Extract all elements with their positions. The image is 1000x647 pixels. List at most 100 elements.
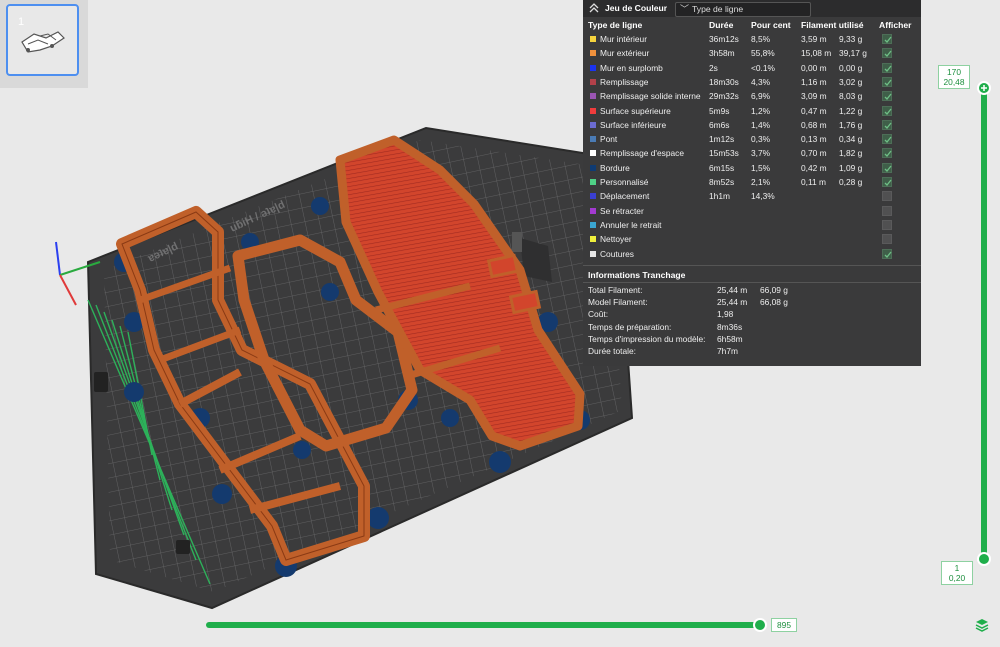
line-type-time: 1m12s [709, 134, 735, 145]
line-type-row: Mur extérieur 3h58m 55,8% 15,08 m 39,17 g [583, 47, 921, 61]
line-type-name: Remplissage solide interne [600, 91, 701, 102]
line-type-row: Déplacement 1h1m 14,3% [583, 190, 921, 204]
show-checkbox[interactable] [882, 191, 892, 202]
line-type-row: Mur en surplomb 2s <0.1% 0,00 m 0,00 g [583, 62, 921, 76]
layers-icon[interactable] [974, 617, 990, 633]
line-type-name: Mur en surplomb [600, 62, 663, 73]
move-slider-handle[interactable] [753, 618, 767, 632]
line-type-meters: 0,42 m [801, 162, 827, 173]
show-checkbox[interactable] [882, 248, 892, 259]
show-checkbox[interactable] [882, 234, 892, 245]
view-type-select[interactable]: ﹀ Type de ligne [675, 2, 811, 17]
slicing-info-label: Coût: [588, 309, 609, 320]
line-type-row: Coutures [583, 248, 921, 262]
show-checkbox[interactable] [882, 219, 892, 230]
color-scheme-panel: Jeu de Couleur ﹀ Type de ligne Type de l… [583, 0, 921, 366]
line-type-time: 36m12s [709, 34, 739, 44]
check-icon [884, 150, 892, 158]
check-icon [884, 136, 892, 144]
line-type-name: Surface inférieure [600, 119, 667, 130]
line-type-time: 2s [709, 62, 718, 73]
show-checkbox[interactable] [882, 177, 892, 187]
header-filament: Filament utilisé [801, 20, 864, 30]
slicing-info-row: Durée totale: 7h7m [588, 346, 918, 358]
line-type-name: Remplissage d'espace [600, 148, 684, 159]
slicing-info-label: Temps de préparation: [588, 321, 672, 332]
line-type-name: Déplacement [600, 191, 650, 202]
check-icon [884, 36, 892, 43]
show-checkbox[interactable] [882, 62, 892, 73]
slicing-info-row: Total Filament: 25,44 m 66,09 g [588, 285, 918, 297]
show-checkbox[interactable] [882, 91, 892, 102]
line-type-time: 1h1m [709, 191, 730, 202]
line-type-name: Pont [600, 134, 618, 145]
line-type-name: Bordure [600, 162, 630, 173]
plate-thumbnail[interactable]: 1 [6, 4, 79, 76]
show-checkbox[interactable] [882, 148, 892, 159]
line-type-grams: 9,33 g [839, 34, 863, 44]
color-swatch [590, 93, 596, 100]
line-type-row: Bordure 6m15s 1,5% 0,42 m 1,09 g [583, 162, 921, 176]
line-type-percent: 1,2% [751, 105, 771, 116]
color-swatch [590, 207, 596, 214]
top-layer-height: 20,48 [943, 77, 965, 87]
check-icon [884, 79, 892, 86]
check-icon [884, 50, 892, 58]
move-slider-track[interactable] [206, 622, 762, 628]
line-type-percent: <0.1% [751, 62, 775, 73]
color-swatch [590, 121, 596, 128]
show-checkbox[interactable] [882, 134, 892, 145]
line-type-percent: 14,3% [751, 191, 775, 202]
line-type-name: Annuler le retrait [600, 219, 662, 230]
line-type-name: Mur extérieur [600, 48, 650, 59]
show-checkbox[interactable] [882, 48, 892, 59]
color-swatch [590, 107, 596, 114]
collapse-icon[interactable] [589, 3, 599, 13]
line-type-grams: 0,34 g [839, 134, 863, 145]
slicing-info-row: Model Filament: 25,44 m 66,08 g [588, 297, 918, 309]
show-checkbox[interactable] [882, 205, 892, 216]
line-type-percent: 55,8% [751, 48, 775, 59]
top-layer-handle[interactable] [977, 81, 991, 95]
plate-list: 1 [0, 0, 88, 88]
slicing-info-row: Temps de préparation: 8m36s [588, 322, 918, 334]
slicing-info-label: Total Filament: [588, 285, 643, 295]
line-type-time: 8m52s [709, 177, 735, 187]
header-time: Durée [709, 20, 734, 30]
line-type-meters: 0,70 m [801, 148, 827, 159]
slicing-info-value: 25,44 m [717, 297, 748, 308]
check-icon [884, 179, 892, 186]
line-type-grams: 3,02 g [839, 76, 863, 87]
line-type-row: Remplissage 18m30s 4,3% 1,16 m 3,02 g [583, 76, 921, 90]
panel-title: Jeu de Couleur [605, 3, 668, 13]
show-checkbox[interactable] [882, 119, 892, 130]
line-type-percent: 3,7% [751, 148, 771, 159]
color-swatch [590, 250, 596, 257]
line-type-time: 5m9s [709, 105, 730, 116]
slicing-info-value-2: 66,08 g [760, 297, 788, 308]
color-swatch [590, 193, 596, 200]
line-type-row: Remplissage d'espace 15m53s 3,7% 0,70 m 1,82… [583, 147, 921, 161]
color-swatch [590, 150, 596, 157]
line-type-meters: 0,68 m [801, 119, 827, 130]
line-type-row: Se rétracter [583, 205, 921, 219]
line-type-grams: 1,76 g [839, 119, 863, 130]
bottom-layer-handle[interactable] [977, 552, 991, 566]
show-checkbox[interactable] [882, 162, 892, 173]
show-checkbox[interactable] [882, 105, 892, 116]
layer-slider-track[interactable] [981, 84, 987, 560]
line-type-percent: 2,1% [751, 177, 771, 187]
slicing-info-value: 6h58m [717, 333, 743, 344]
line-type-time: 29m32s [709, 91, 739, 102]
line-type-time: 3h58m [709, 48, 735, 59]
line-type-name: Surface supérieure [600, 105, 671, 116]
show-checkbox[interactable] [882, 34, 892, 44]
line-type-grams: 0,28 g [839, 177, 863, 187]
color-swatch [590, 221, 596, 228]
line-type-name: Mur intérieur [600, 34, 648, 44]
show-checkbox[interactable] [882, 76, 892, 87]
check-icon [884, 251, 892, 258]
slicing-info-row: Coût: 1,98 [588, 309, 918, 321]
header-line-type: Type de ligne [588, 20, 643, 30]
check-icon [884, 122, 892, 129]
